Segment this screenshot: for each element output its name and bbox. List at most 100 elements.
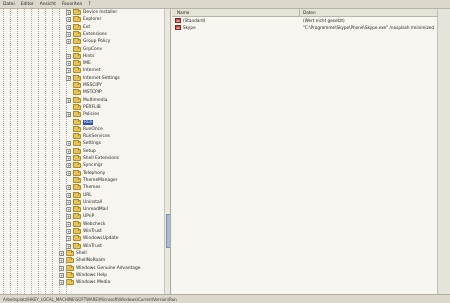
tree-item[interactable]: + Telephony xyxy=(66,169,105,177)
status-path: Arbeitsplatz\HKEY_LOCAL_MACHINE\SOFTWARE… xyxy=(3,296,177,302)
tree-item-label: RunServices xyxy=(83,134,110,140)
menu-view[interactable]: Ansicht xyxy=(40,2,56,7)
tree-scroll-thumb[interactable] xyxy=(166,214,170,248)
row-name-cell: ab Skype xyxy=(172,25,300,30)
folder-icon xyxy=(73,9,81,15)
tree-item-label: MSTCPIP xyxy=(83,90,102,96)
folder-icon xyxy=(73,23,81,30)
tree-guide-line xyxy=(31,9,32,294)
value-data: "C:\Programme\Skype\Phone\Skype.exe" /no… xyxy=(303,25,435,30)
column-header-data[interactable]: Daten xyxy=(300,10,316,15)
tree-item-label: Uninstall xyxy=(83,199,103,205)
tree-item-label: PERFLIB xyxy=(83,104,101,110)
folder-icon xyxy=(73,235,81,242)
value-name: (Standard) xyxy=(183,18,206,23)
tree-item-label: MSSCIPY xyxy=(83,83,102,88)
folder-icon xyxy=(66,279,74,286)
tree-item-label: WindowsUpdate xyxy=(83,236,119,242)
tree-item[interactable]: + Webcheck xyxy=(66,220,105,228)
tree-item[interactable]: + Shell Extensions xyxy=(66,155,119,162)
registry-string-icon: ab xyxy=(175,18,181,23)
tree-item-label: IME xyxy=(83,61,91,67)
tree-item[interactable]: + UnreadMail xyxy=(66,206,108,213)
folder-icon xyxy=(73,242,81,249)
tree-item[interactable]: + WinTrust xyxy=(66,242,102,250)
tree-item[interactable]: GrpConv xyxy=(66,45,103,53)
tree-item-label: Windows Media xyxy=(76,280,111,286)
tree-item-label: Run xyxy=(83,119,94,125)
tree-item[interactable]: + URL xyxy=(66,191,92,199)
tree-item-label: Windows Help xyxy=(76,272,108,278)
folder-icon xyxy=(73,38,81,45)
menu-help[interactable]: ? xyxy=(88,2,90,7)
folder-icon xyxy=(73,89,81,96)
tree-item-label: Settings xyxy=(83,141,102,147)
folder-icon xyxy=(73,206,81,213)
tree-item[interactable]: Run xyxy=(66,118,94,126)
tree-item-label: ShellNoRoam xyxy=(76,258,106,264)
tree-guide-line xyxy=(10,9,11,294)
tree-item[interactable]: + Policies xyxy=(66,111,99,118)
menu-bar: Datei Editor Ansicht Favoriten ? xyxy=(0,0,450,9)
menu-file[interactable]: Datei xyxy=(3,2,15,7)
tree-item[interactable]: + Explorer xyxy=(66,16,101,23)
tree-item-label: GrpConv xyxy=(83,46,103,52)
tree-item-label: Setup xyxy=(83,148,96,154)
tree-item[interactable]: ThemeManager xyxy=(66,176,118,184)
folder-icon xyxy=(73,198,81,205)
tree-item[interactable]: + Extensions xyxy=(66,30,107,38)
tree-item[interactable]: + Hints xyxy=(66,52,95,60)
folder-icon xyxy=(73,118,81,125)
tree-item[interactable]: + Device Installer xyxy=(66,9,117,16)
tree-item[interactable]: + Syncmgr xyxy=(66,162,102,169)
list-header: Name Daten xyxy=(172,9,437,17)
tree-item[interactable]: + Setup xyxy=(66,147,96,155)
tree-item[interactable]: PERFLIB xyxy=(66,103,101,111)
tree-item-label: UPnP xyxy=(83,214,95,220)
folder-icon xyxy=(73,133,81,140)
tree-item[interactable]: + Internet xyxy=(66,67,100,74)
tree-item-label: Internet Settings xyxy=(83,75,120,81)
tree-item[interactable]: + Multimedia xyxy=(66,96,107,104)
tree-item[interactable]: + Settings xyxy=(66,140,101,147)
tree-item[interactable]: + Ext xyxy=(66,23,91,31)
tree-item[interactable]: + IME xyxy=(66,60,91,67)
tree-item[interactable]: + WindowsUpdate xyxy=(66,235,119,242)
menu-favorites[interactable]: Favoriten xyxy=(62,2,82,7)
tree-item[interactable]: MSSCIPY xyxy=(66,82,102,89)
list-row[interactable]: ab (Standard) (Wert nicht gesetzt) xyxy=(172,17,437,24)
folder-icon xyxy=(73,176,81,183)
tree-item-label: Ext xyxy=(83,24,91,30)
tree-scrollbar[interactable] xyxy=(164,9,170,294)
tree-item-label: Hints xyxy=(83,53,95,59)
tree-item[interactable]: + Themes xyxy=(66,184,100,191)
folder-icon xyxy=(73,103,81,110)
tree-item-label: RunOnce xyxy=(83,126,103,132)
tree-item[interactable]: + Uninstall xyxy=(66,198,103,206)
folder-icon xyxy=(73,140,81,147)
tree-item-label: ThemeManager xyxy=(83,177,118,183)
list-row[interactable]: ab Skype "C:\Programme\Skype\Phone\Skype… xyxy=(172,24,437,31)
folder-icon xyxy=(73,45,81,52)
folder-icon xyxy=(73,213,81,220)
tree-item-label: Shell xyxy=(76,250,87,256)
tree-item[interactable]: MSTCPIP xyxy=(66,89,102,96)
tree-item-label: Internet xyxy=(83,68,101,74)
tree-item[interactable]: + Windows Genuine Advantage xyxy=(59,264,140,272)
menu-edit[interactable]: Editor xyxy=(21,2,34,7)
folder-icon xyxy=(73,191,81,198)
tree-item[interactable]: RunServices xyxy=(66,133,110,140)
tree-item-label: WinTrust xyxy=(83,229,102,234)
tree-item[interactable]: + Group Policy xyxy=(66,38,110,45)
list-scrollbar[interactable] xyxy=(437,9,450,294)
tree-item-label: Group Policy xyxy=(83,39,111,45)
registry-tree[interactable]: + Device Installer + Explorer + Ext + Extension… xyxy=(0,9,171,294)
tree-item[interactable]: + Shell xyxy=(59,249,87,257)
column-header-name[interactable]: Name xyxy=(172,9,300,16)
folder-icon xyxy=(73,82,81,88)
tree-item[interactable]: RunOnce xyxy=(66,125,103,133)
tree-item[interactable]: + UPnP xyxy=(66,213,94,220)
tree-item[interactable]: + WinTrust xyxy=(66,228,102,235)
tree-guide-line xyxy=(66,9,67,294)
tree-item[interactable]: + Internet Settings xyxy=(66,74,120,82)
